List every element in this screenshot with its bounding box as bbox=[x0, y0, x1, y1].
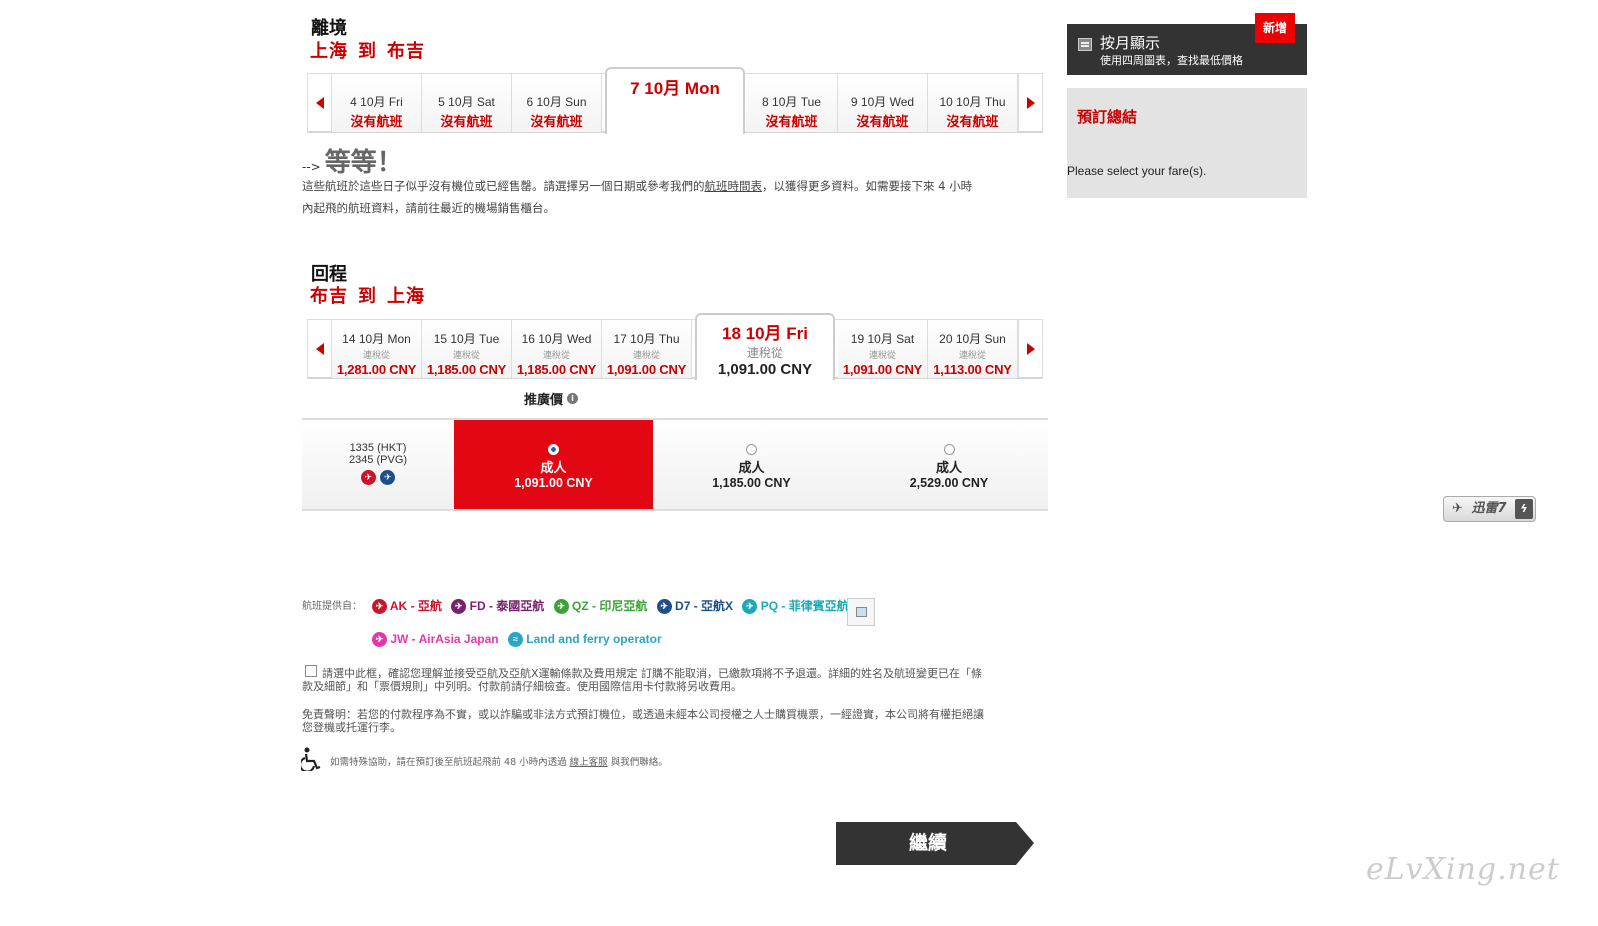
prev-dates-button[interactable] bbox=[308, 74, 332, 132]
date-tab[interactable]: 10 10月 Thu 沒有航班 bbox=[928, 74, 1018, 132]
wait-heading: --> 等等！ bbox=[302, 148, 403, 178]
airline-d7-icon: ✈ bbox=[380, 470, 396, 486]
departure-route: 上海到布吉 bbox=[310, 41, 425, 62]
lightning-icon: ϟ bbox=[1515, 499, 1533, 519]
airline-qz-icon: ✈ bbox=[553, 599, 569, 615]
providers-label: 航班提供自： bbox=[302, 601, 362, 612]
fare-radio[interactable] bbox=[548, 444, 559, 455]
fare-header: 推廣價 i bbox=[524, 389, 579, 408]
date-tab[interactable]: 4 10月 Fri 沒有航班 bbox=[332, 74, 422, 132]
calendar-icon bbox=[1078, 38, 1092, 51]
next-dates-button[interactable] bbox=[1018, 74, 1042, 132]
info-icon[interactable]: i bbox=[567, 393, 579, 404]
timetable-link[interactable]: 航班時間表 bbox=[705, 179, 763, 193]
next-dates-button[interactable] bbox=[1018, 320, 1042, 378]
fare-table: 1335 (HKT) 2345 (PVG) ✈ ✈ 成人 1,091.00 CN… bbox=[302, 418, 1048, 511]
arrow-right-icon bbox=[1026, 343, 1035, 355]
flight-info: 1335 (HKT) 2345 (PVG) ✈ ✈ bbox=[302, 420, 454, 509]
date-tab[interactable]: 17 10月 Thu 連稅從 1,091.00 CNY bbox=[602, 320, 692, 378]
ferry-icon: ≈ bbox=[507, 632, 523, 648]
no-flight-notice: 這些航班於這些日子似乎沒有機位或已經售罄。請選擇另一個日期或參考我們的航班時間表… bbox=[302, 179, 973, 215]
date-tab[interactable]: 14 10月 Mon 連稅從 1,281.00 CNY bbox=[332, 320, 422, 378]
date-tab[interactable]: 20 10月 Sun 連稅從 1,113.00 CNY bbox=[928, 320, 1018, 378]
date-tab[interactable]: 19 10月 Sat 連稅從 1,091.00 CNY bbox=[838, 320, 928, 378]
watermark: eLvXing.net bbox=[1366, 852, 1560, 887]
terms-text: 請選中此框，確認您理解並接受亞航及亞航X運輸條款及費用規定 訂購不能取消，已繳款… bbox=[302, 667, 983, 693]
continue-button[interactable]: 繼續 bbox=[836, 822, 1034, 865]
date-tab[interactable]: 8 10月 Tue 沒有航班 bbox=[746, 74, 838, 132]
date-tab[interactable]: 5 10月 Sat 沒有航班 bbox=[422, 74, 512, 132]
image-placeholder-icon bbox=[847, 598, 875, 626]
fare-option-selected[interactable]: 成人 1,091.00 CNY bbox=[454, 420, 653, 509]
assist-text: 如需特殊協助，請在預訂後至航班起飛前 48 小時內透過 線上客服 與我們聯絡。 bbox=[330, 757, 668, 768]
providers-row-2: ✈ JW - AirAsia Japan ≈ Land and ferry op… bbox=[372, 632, 668, 648]
date-tab[interactable]: 16 10月 Wed 連稅從 1,185.00 CNY bbox=[512, 320, 602, 378]
bird-icon: ✈ bbox=[1452, 501, 1463, 516]
arrow-right-icon bbox=[1026, 97, 1035, 109]
xunlei-widget[interactable]: ✈ 迅雷7 ϟ bbox=[1443, 496, 1536, 522]
arrow-left-icon bbox=[315, 97, 324, 109]
prev-dates-button[interactable] bbox=[308, 320, 332, 378]
date-tab[interactable]: 6 10月 Sun 沒有航班 bbox=[512, 74, 602, 132]
selected-date-tab[interactable]: 7 10月 Mon bbox=[605, 67, 745, 134]
fare-radio[interactable] bbox=[943, 444, 955, 455]
return-date-strip: 14 10月 Mon 連稅從 1,281.00 CNY 15 10月 Tue 連稅從 1… bbox=[307, 319, 1043, 379]
selected-date-tab[interactable]: 18 10月 Fri 連稅從 1,091.00 CNY bbox=[695, 313, 835, 380]
fare-option[interactable]: 成人 1,185.00 CNY bbox=[653, 420, 850, 509]
airline-pq-icon: ✈ bbox=[742, 599, 758, 615]
fare-option[interactable]: 成人 2,529.00 CNY bbox=[850, 420, 1048, 509]
arrow-left-icon bbox=[315, 343, 324, 355]
airline-ak-icon: ✈ bbox=[360, 470, 376, 486]
date-tab[interactable]: 15 10月 Tue 連稅從 1,185.00 CNY bbox=[422, 320, 512, 378]
date-tab[interactable]: 9 10月 Wed 沒有航班 bbox=[838, 74, 928, 132]
disclaimer-text: 免責聲明：若您的付款程序為不實，或以詐騙或非法方式預訂機位，或透過未經本公司授權… bbox=[302, 708, 984, 734]
providers-row-1: ✈ AK - 亞航 ✈ FD - 泰國亞航 ✈ QZ - 印尼亞航 ✈ D7 -… bbox=[372, 597, 855, 615]
return-route: 布吉到上海 bbox=[310, 286, 425, 307]
booking-summary: 預訂總結 Please select your fare(s). bbox=[1067, 88, 1307, 198]
airline-jw-icon: ✈ bbox=[372, 632, 387, 648]
airline-ak-icon: ✈ bbox=[372, 599, 387, 615]
airline-fd-icon: ✈ bbox=[451, 599, 467, 615]
online-support-link[interactable]: 線上客服 bbox=[570, 757, 608, 768]
new-badge: 新增 bbox=[1255, 13, 1295, 43]
fare-radio[interactable] bbox=[746, 444, 757, 455]
airline-d7-icon: ✈ bbox=[656, 599, 672, 615]
wheelchair-icon bbox=[299, 747, 323, 773]
